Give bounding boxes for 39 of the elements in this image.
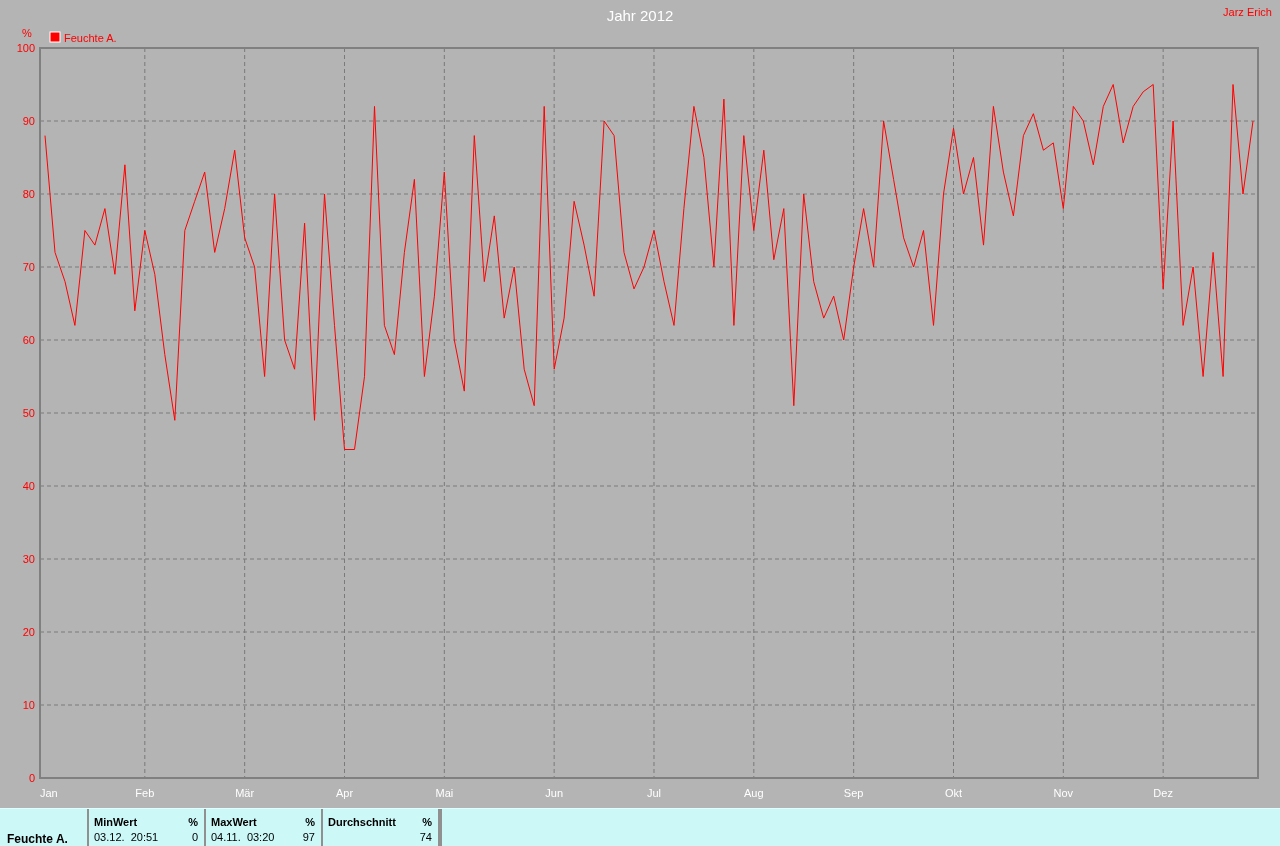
y-axis-label: 50 xyxy=(22,407,35,419)
unit-label: % xyxy=(422,816,432,828)
value-text: 0 xyxy=(191,831,198,843)
value-text: 97 xyxy=(302,831,315,843)
y-axis-label: 0 xyxy=(28,772,35,784)
y-axis-label: 10 xyxy=(22,699,35,711)
author-label: Jarz Erich xyxy=(1223,6,1272,18)
column-header: Durchschnitt xyxy=(328,816,396,828)
y-axis-unit: % xyxy=(22,27,32,39)
column-header: MaxWert xyxy=(211,816,257,828)
x-axis-label: Sep xyxy=(843,787,864,799)
column-header: MinWert xyxy=(94,816,138,828)
y-axis-label: 40 xyxy=(22,480,35,492)
unit-label: % xyxy=(305,816,315,828)
x-axis-label: Jan xyxy=(40,787,58,799)
timestamp: 03.12. 20:51 xyxy=(94,831,159,843)
value-text: 74 xyxy=(419,831,432,843)
x-axis-label: Apr xyxy=(335,787,354,799)
x-axis-label: Jun xyxy=(545,787,564,799)
row-label: Feuchte A. xyxy=(7,832,68,846)
legend-label: Feuchte A. xyxy=(64,32,117,44)
y-axis-label: 30 xyxy=(22,553,35,565)
y-axis-label: 90 xyxy=(22,115,35,127)
chart-title: Jahr 2012 xyxy=(606,7,674,24)
y-axis-label: 80 xyxy=(22,188,35,200)
x-axis-label: Aug xyxy=(744,787,764,799)
x-axis-label: Jul xyxy=(646,787,661,799)
x-axis-label: Feb xyxy=(135,787,155,799)
y-axis-label: 100 xyxy=(16,42,35,54)
x-axis-label: Nov xyxy=(1053,787,1074,799)
x-axis-label: Mär xyxy=(235,787,255,799)
x-axis-label: Okt xyxy=(944,787,963,799)
y-axis-label: 70 xyxy=(22,261,35,273)
y-axis-label: 60 xyxy=(22,334,35,346)
y-axis-label: 20 xyxy=(22,626,35,638)
timestamp: 04.11. 03:20 xyxy=(211,831,275,843)
x-axis-label: Mai xyxy=(435,787,454,799)
unit-label: % xyxy=(188,816,198,828)
x-axis-label: Dez xyxy=(1153,787,1173,799)
